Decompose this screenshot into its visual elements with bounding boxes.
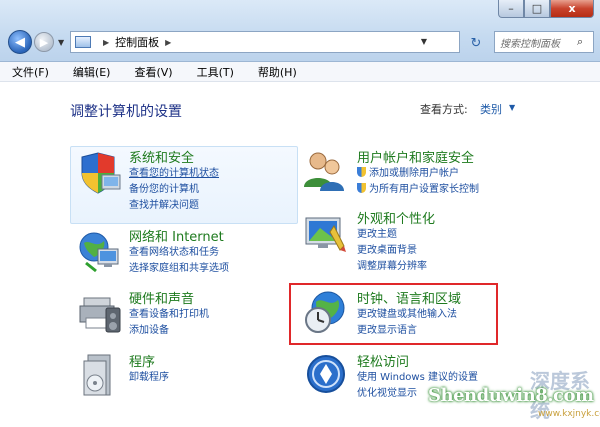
menu-view[interactable]: 查看(V) bbox=[134, 64, 172, 80]
view-by-dropdown[interactable]: 类别 bbox=[480, 101, 502, 117]
category-link[interactable]: 添加设备 bbox=[129, 323, 209, 339]
category-link[interactable]: 查找并解决问题 bbox=[129, 198, 219, 214]
category-link[interactable]: 添加或删除用户帐户 bbox=[357, 166, 479, 182]
category-system-security: 系统和安全 查看您的计算机状态 备份您的计算机 查找并解决问题 bbox=[129, 147, 219, 214]
category-link[interactable]: 调整屏幕分辨率 bbox=[357, 259, 435, 275]
watermark-text: Shenduwin8.com bbox=[428, 385, 594, 406]
category-hardware-sound: 硬件和声音 查看设备和打印机 添加设备 bbox=[129, 288, 209, 339]
refresh-button[interactable]: ↻ bbox=[465, 34, 487, 52]
category-link[interactable]: 选择家庭组和共享选项 bbox=[129, 261, 229, 277]
refresh-icon: ↻ bbox=[470, 35, 482, 51]
watermark: 深度系统 Shenduwin8.com www.kxjnyk.com bbox=[420, 365, 600, 427]
menu-edit[interactable]: 编辑(E) bbox=[73, 64, 111, 80]
hardware-sound-icon[interactable] bbox=[76, 288, 124, 336]
breadcrumb-chevron-icon[interactable]: ▶ bbox=[165, 38, 171, 47]
category-link[interactable]: 查看网络状态和任务 bbox=[129, 245, 229, 261]
content-area: 调整计算机的设置 查看方式: 类别 ▼ 系统和安全 查看您的计算机状态 备份您的… bbox=[0, 83, 600, 427]
programs-icon[interactable] bbox=[76, 351, 124, 399]
watermark-url: www.kxjnyk.com bbox=[538, 409, 600, 419]
back-arrow-icon: ◀ bbox=[15, 34, 25, 50]
minimize-button[interactable]: – bbox=[498, 0, 524, 18]
breadcrumb-control-panel[interactable]: 控制面板 bbox=[115, 34, 159, 50]
search-icon[interactable]: ⌕ bbox=[577, 35, 593, 49]
system-security-icon[interactable] bbox=[76, 149, 124, 197]
category-title[interactable]: 用户帐户和家庭安全 bbox=[357, 147, 479, 166]
forward-arrow-icon: ▶ bbox=[39, 35, 49, 49]
search-input[interactable]: 搜索控制面板 bbox=[500, 35, 577, 50]
address-dropdown-icon[interactable]: ▼ bbox=[421, 37, 427, 46]
category-title[interactable]: 硬件和声音 bbox=[129, 288, 209, 307]
appearance-icon[interactable] bbox=[300, 210, 348, 258]
network-internet-icon[interactable] bbox=[76, 227, 124, 275]
category-title[interactable]: 系统和安全 bbox=[129, 147, 219, 166]
category-link[interactable]: 备份您的计算机 bbox=[129, 182, 219, 198]
control-panel-window: – □ x ◀ ▶ ▼ ▶ 控制面板 ▶ ▼ ↻ 搜索控制面板 ⌕ 文件(F) … bbox=[0, 0, 600, 427]
control-panel-icon bbox=[75, 36, 91, 48]
category-link[interactable]: 卸载程序 bbox=[129, 370, 169, 386]
breadcrumb-separator-icon[interactable]: ▶ bbox=[103, 38, 109, 47]
search-box[interactable]: 搜索控制面板 ⌕ bbox=[494, 31, 594, 53]
close-button[interactable]: x bbox=[550, 0, 594, 18]
category-title[interactable]: 程序 bbox=[129, 351, 169, 370]
category-programs: 程序 卸载程序 bbox=[129, 351, 169, 386]
user-accounts-icon[interactable] bbox=[300, 147, 348, 195]
back-button[interactable]: ◀ bbox=[8, 30, 32, 54]
menu-tools[interactable]: 工具(T) bbox=[197, 64, 234, 80]
category-user-accounts: 用户帐户和家庭安全 添加或删除用户帐户 为所有用户设置家长控制 bbox=[357, 147, 479, 198]
category-link[interactable]: 为所有用户设置家长控制 bbox=[357, 182, 479, 198]
category-appearance: 外观和个性化 更改主题 更改桌面背景 调整屏幕分辨率 bbox=[357, 208, 435, 275]
page-title: 调整计算机的设置 bbox=[70, 104, 182, 120]
category-link[interactable]: 更改主题 bbox=[357, 227, 435, 243]
address-bar[interactable]: ▶ 控制面板 ▶ ▼ bbox=[70, 31, 460, 53]
view-by-label: 查看方式: bbox=[420, 103, 468, 116]
category-network-internet: 网络和 Internet 查看网络状态和任务 选择家庭组和共享选项 bbox=[129, 226, 229, 277]
menu-help[interactable]: 帮助(H) bbox=[258, 64, 297, 80]
view-by-dropdown-icon[interactable]: ▼ bbox=[509, 103, 515, 112]
caption-buttons: – □ x bbox=[498, 0, 594, 18]
forward-button[interactable]: ▶ bbox=[34, 32, 54, 52]
highlight-box bbox=[289, 283, 498, 345]
menu-file[interactable]: 文件(F) bbox=[12, 64, 49, 80]
maximize-button[interactable]: □ bbox=[524, 0, 550, 18]
menu-bar: 文件(F) 编辑(E) 查看(V) 工具(T) 帮助(H) bbox=[0, 62, 600, 82]
history-dropdown-icon[interactable]: ▼ bbox=[58, 38, 64, 47]
category-title[interactable]: 外观和个性化 bbox=[357, 208, 435, 227]
category-link[interactable]: 查看您的计算机状态 bbox=[129, 166, 219, 182]
category-link[interactable]: 更改桌面背景 bbox=[357, 243, 435, 259]
navigation-bar: ◀ ▶ ▼ ▶ 控制面板 ▶ ▼ ↻ 搜索控制面板 ⌕ bbox=[0, 26, 600, 58]
ease-of-access-icon[interactable] bbox=[302, 350, 350, 398]
category-link[interactable]: 查看设备和打印机 bbox=[129, 307, 209, 323]
category-title[interactable]: 网络和 Internet bbox=[129, 226, 229, 245]
